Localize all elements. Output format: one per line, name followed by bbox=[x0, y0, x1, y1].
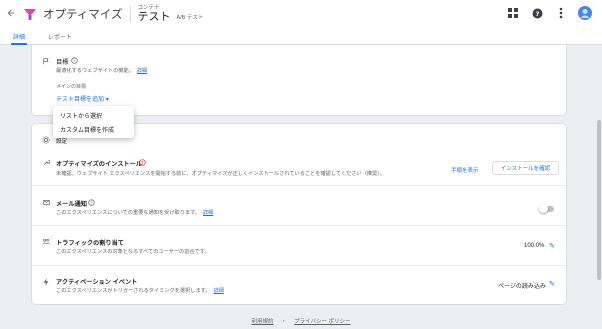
edit-activation-icon[interactable]: ✎ bbox=[549, 280, 555, 288]
activation-title: アクティベーション イベント bbox=[56, 279, 138, 286]
optimize-logo-icon bbox=[22, 6, 38, 22]
wrench-icon bbox=[42, 159, 50, 167]
menu-item-create-custom[interactable]: カスタム目標を作成 bbox=[60, 125, 114, 134]
menu-item-choose-from-list[interactable]: リストから選択 bbox=[60, 111, 102, 120]
install-description: 未確認。ウェブサイト エクスペリエンスを開始する前に、オプティマイズが正しくイン… bbox=[56, 171, 386, 177]
scrollbar[interactable] bbox=[597, 120, 601, 280]
warning-icon bbox=[138, 159, 146, 167]
show-steps-button[interactable]: 手順を表示 bbox=[451, 166, 479, 174]
goal-learn-more-link[interactable]: 詳細 bbox=[137, 68, 147, 74]
activation-description-text: このエクスペリエンスがトリガーされるタイミングを選択します。 bbox=[56, 288, 211, 294]
activation-description: このエクスペリエンスがトリガーされるタイミングを選択します。 詳細 bbox=[56, 287, 224, 294]
divider bbox=[32, 265, 566, 266]
settings-card: 設定 オプティマイズのインストール 未確認。ウェブサイト エクスペリエンスを開始… bbox=[32, 124, 566, 304]
svg-text:?: ? bbox=[535, 9, 539, 17]
people-icon bbox=[42, 238, 50, 246]
flag-icon bbox=[42, 58, 50, 66]
email-icon bbox=[42, 199, 50, 207]
check-install-label: インストールを確認 bbox=[500, 166, 551, 172]
goal-card: 目標 ? 最適化するウェブサイトの機能。 詳細 メインの目標 テスト目標を追加 ▾ bbox=[32, 45, 566, 115]
footer: 利用規約 ・ プライバシー ポリシー bbox=[0, 317, 602, 325]
apps-icon[interactable] bbox=[506, 6, 520, 20]
top-app-bar: オプティマイズ コンテナ テスト A/B テスト ? bbox=[0, 0, 602, 28]
app-title: オプティマイズ bbox=[43, 9, 123, 21]
goal-description-text: 最適化するウェブサイトの機能。 bbox=[56, 68, 134, 74]
info-icon[interactable]: ? bbox=[70, 57, 78, 65]
container-selector[interactable]: コンテナ テスト bbox=[137, 5, 170, 23]
footer-separator: ・ bbox=[281, 319, 287, 325]
divider bbox=[32, 225, 566, 226]
email-notification-toggle[interactable] bbox=[539, 204, 554, 213]
email-description: このエクスペリエンスについての重要な通知を受け取ります。 詳細 bbox=[56, 209, 213, 216]
avatar[interactable] bbox=[578, 6, 592, 20]
header-divider bbox=[130, 6, 132, 22]
svg-text:?: ? bbox=[73, 58, 75, 63]
tab-reports[interactable]: レポート bbox=[48, 32, 72, 41]
gear-icon bbox=[42, 136, 50, 144]
container-name: テスト bbox=[137, 11, 171, 23]
activation-value: ページの読み込み bbox=[498, 284, 546, 290]
email-title: メール通知 bbox=[56, 201, 87, 208]
toggle-knob bbox=[539, 204, 548, 213]
edit-traffic-icon[interactable]: ✎ bbox=[549, 242, 555, 250]
bolt-icon bbox=[42, 278, 50, 286]
tab-bar: 詳細 レポート bbox=[0, 28, 602, 45]
svg-text:?: ? bbox=[90, 200, 92, 205]
goal-title: 目標 bbox=[56, 59, 69, 66]
tab-details[interactable]: 詳細 bbox=[13, 32, 25, 41]
traffic-value: 100.0% bbox=[524, 243, 545, 249]
activation-learn-more-link[interactable]: 詳細 bbox=[213, 288, 223, 294]
more-vert-icon[interactable] bbox=[554, 6, 568, 20]
settings-title: 設定 bbox=[56, 139, 68, 145]
check-install-button[interactable]: インストールを確認 bbox=[492, 161, 559, 175]
divider bbox=[32, 185, 566, 186]
goal-description: 最適化するウェブサイトの機能。 詳細 bbox=[56, 67, 147, 74]
add-goal-label: テスト目標を追加 bbox=[56, 97, 105, 103]
active-tab-indicator bbox=[11, 43, 27, 45]
main-goal-label: メインの目標 bbox=[56, 84, 87, 90]
privacy-link[interactable]: プライバシー ポリシー bbox=[294, 319, 350, 325]
terms-link[interactable]: 利用規約 bbox=[251, 319, 273, 325]
add-goal-menu: リストから選択 カスタム目標を作成 bbox=[53, 106, 134, 138]
traffic-description: このエクスペリエンスの対象となるすべてのユーザーの割合です。 bbox=[56, 249, 210, 255]
traffic-title: トラフィックの割り当て bbox=[56, 240, 124, 247]
install-title: オプティマイズのインストール bbox=[56, 161, 142, 168]
email-learn-more-link[interactable]: 詳細 bbox=[203, 210, 213, 216]
arrow-back-icon[interactable] bbox=[3, 8, 19, 21]
email-description-text: このエクスペリエンスについての重要な通知を受け取ります。 bbox=[56, 210, 200, 216]
info-icon[interactable]: ? bbox=[87, 199, 95, 207]
caret-down-icon: ▾ bbox=[105, 97, 109, 103]
help-icon[interactable]: ? bbox=[530, 6, 544, 20]
add-goal-dropdown[interactable]: テスト目標を追加 ▾ bbox=[56, 94, 109, 103]
experiment-type-badge: A/B テスト bbox=[176, 15, 204, 21]
